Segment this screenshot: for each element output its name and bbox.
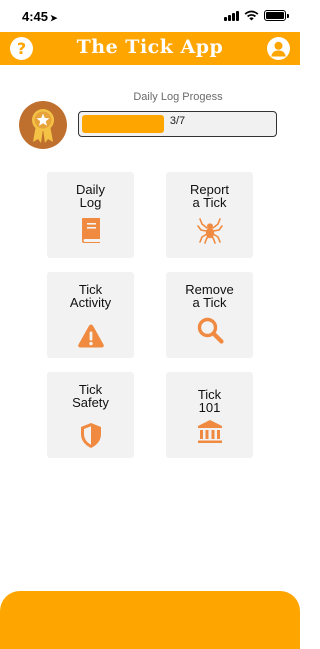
progress-bar: 3/7 xyxy=(78,111,277,137)
battery-icon xyxy=(264,10,289,21)
bottom-bar xyxy=(0,591,300,649)
tick-safety-tile[interactable]: Tick Safety xyxy=(47,372,134,458)
tick-activity-tile[interactable]: Tick Activity xyxy=(47,272,134,358)
tile-label: Tick Safety xyxy=(72,382,109,410)
magnifier-icon xyxy=(197,317,224,344)
book-icon xyxy=(81,218,100,243)
report-a-tick-tile[interactable]: Report a Tick xyxy=(166,172,253,258)
app-header: ? The Tick App xyxy=(0,32,300,65)
tile-label: Remove a Tick xyxy=(185,282,234,310)
tile-label: Daily Log xyxy=(76,182,105,210)
cellular-signal-icon xyxy=(224,10,239,21)
daily-log-tile[interactable]: Daily Log xyxy=(47,172,134,258)
progress-label: Daily Log Progess xyxy=(133,91,223,103)
status-icons xyxy=(224,10,289,21)
shield-icon xyxy=(80,423,101,448)
wifi-icon xyxy=(244,10,259,21)
tile-label: Tick 101 xyxy=(197,387,222,415)
app-title: The Tick App xyxy=(76,36,224,58)
user-circle-icon xyxy=(271,41,286,57)
clock-text: 4:45 xyxy=(22,9,49,24)
institution-icon xyxy=(197,420,222,443)
tile-label: Tick Activity xyxy=(69,282,112,310)
warning-icon xyxy=(77,324,104,348)
remove-a-tick-tile[interactable]: Remove a Tick xyxy=(166,272,253,358)
spider-icon xyxy=(196,218,223,244)
profile-button[interactable] xyxy=(267,37,290,60)
progress-text: 3/7 xyxy=(169,115,186,127)
status-time: 4:45 ➤ xyxy=(22,9,58,24)
location-arrow-icon: ➤ xyxy=(50,13,58,23)
award-badge-icon xyxy=(19,101,67,149)
status-bar: 4:45 ➤ xyxy=(0,0,300,32)
tick-101-tile[interactable]: Tick 101 xyxy=(166,372,253,458)
tile-label: Report a Tick xyxy=(189,182,230,210)
